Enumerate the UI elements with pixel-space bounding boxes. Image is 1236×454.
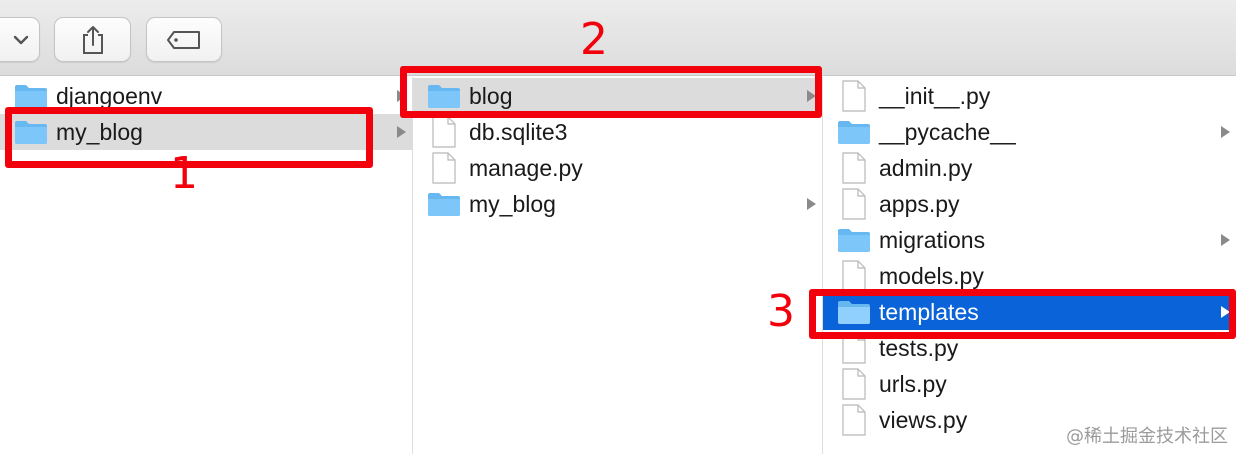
folder-icon: [428, 193, 460, 216]
file-row[interactable]: apps.py: [823, 186, 1236, 222]
share-button[interactable]: [54, 17, 131, 62]
tag-button[interactable]: [146, 17, 222, 62]
chevron-right-icon: [1221, 126, 1230, 138]
view-options-button[interactable]: [0, 17, 40, 62]
chevron-down-icon: [13, 35, 29, 44]
item-label: views.py: [879, 407, 968, 433]
file-row[interactable]: __init__.py: [823, 78, 1236, 114]
file-icon: [842, 152, 866, 184]
annotation-box-2: [400, 66, 822, 118]
column-3[interactable]: __init__.py __pycache__ admin.py apps.py mig…: [823, 77, 1236, 454]
item-label: djangoenv: [56, 83, 163, 109]
folder-row[interactable]: __pycache__: [823, 114, 1236, 150]
item-label: admin.py: [879, 155, 973, 181]
folder-icon: [15, 85, 47, 108]
folder-row[interactable]: my_blog: [413, 186, 822, 222]
item-label: migrations: [879, 227, 986, 253]
watermark: @稀土掘金技术社区: [1066, 426, 1228, 447]
item-label: apps.py: [879, 191, 960, 217]
item-label: models.py: [879, 263, 984, 289]
file-row[interactable]: admin.py: [823, 150, 1236, 186]
file-icon: [842, 368, 866, 400]
file-row[interactable]: db.sqlite3: [413, 114, 822, 150]
item-label: urls.py: [879, 371, 947, 397]
file-row[interactable]: manage.py: [413, 150, 822, 186]
column-2[interactable]: blog db.sqlite3 manage.py my_blog: [413, 77, 823, 454]
item-label: __pycache__: [879, 119, 1016, 145]
item-label: __init__.py: [879, 83, 991, 109]
chevron-right-icon: [807, 198, 816, 210]
annotation-number-1: 1: [170, 148, 198, 199]
annotation-number-2: 2: [580, 14, 608, 65]
folder-icon: [838, 121, 870, 144]
tag-icon: [167, 30, 200, 49]
file-icon: [842, 260, 866, 292]
item-label: manage.py: [469, 155, 583, 181]
file-icon: [432, 152, 456, 184]
chevron-right-icon: [397, 126, 406, 138]
file-icon: [432, 116, 456, 148]
item-label: my_blog: [469, 191, 556, 217]
file-icon: [842, 188, 866, 220]
toolbar: [0, 0, 1236, 76]
annotation-number-3: 3: [767, 286, 795, 337]
annotation-box-3: [809, 289, 1236, 339]
item-label: db.sqlite3: [469, 119, 568, 145]
file-icon: [842, 80, 866, 112]
folder-row[interactable]: migrations: [823, 222, 1236, 258]
folder-icon: [838, 229, 870, 252]
chevron-right-icon: [1221, 234, 1230, 246]
file-icon: [842, 404, 866, 436]
file-row[interactable]: urls.py: [823, 366, 1236, 402]
share-icon: [82, 25, 103, 54]
